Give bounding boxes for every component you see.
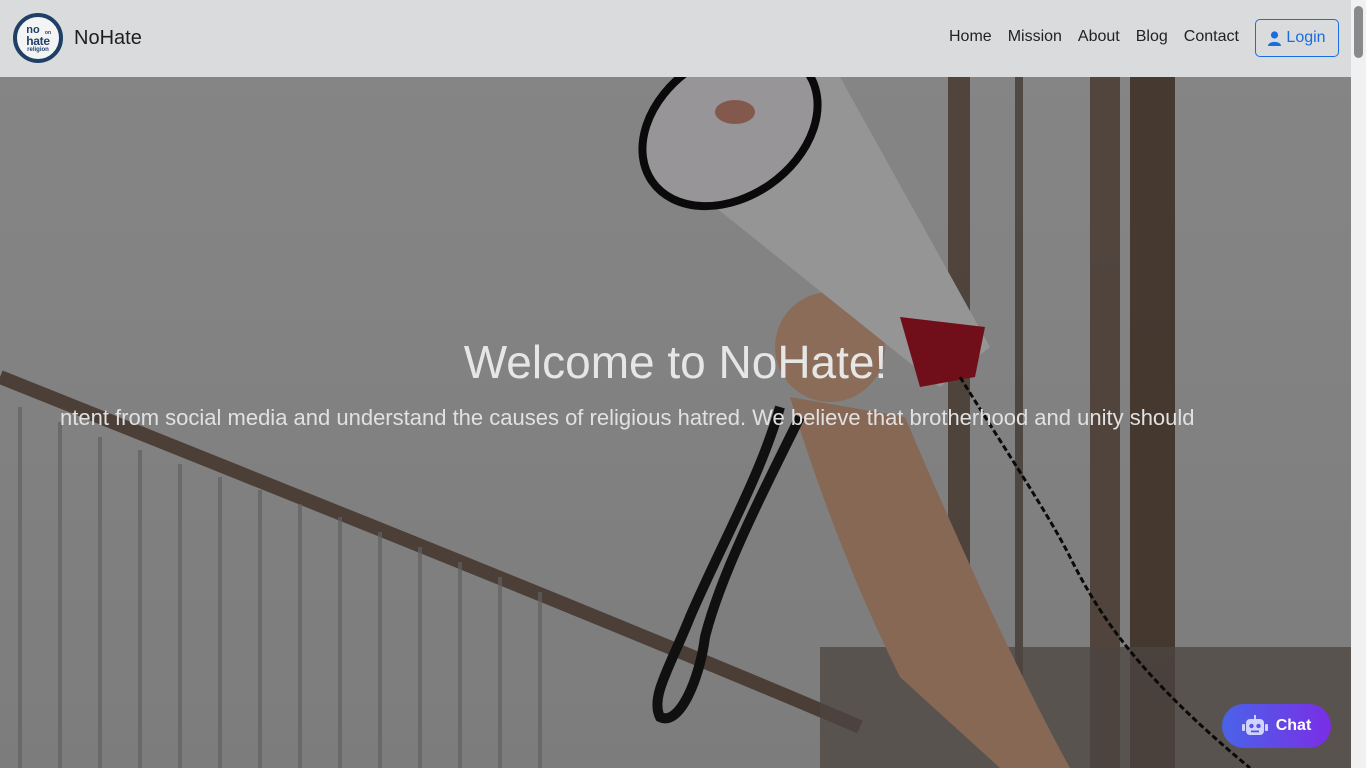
hero-title: Welcome to NoHate! [463, 336, 888, 388]
user-icon [1268, 30, 1282, 46]
chat-label: Chat [1275, 717, 1312, 734]
login-label: Login [1286, 29, 1326, 46]
nav-links: Home Mission About Blog Contact [949, 28, 1255, 46]
scrollbar[interactable] [1351, 0, 1366, 768]
brand[interactable]: no on hate religion NoHate [13, 13, 142, 63]
nav-home[interactable]: Home [949, 28, 992, 46]
logo-text-no: no [26, 23, 40, 36]
nav-blog[interactable]: Blog [1136, 28, 1168, 46]
chat-button[interactable]: Chat [1222, 704, 1331, 748]
hero-marquee-text: ntent from social media and understand t… [60, 405, 1195, 430]
robot-icon [1241, 715, 1268, 735]
nav-mission[interactable]: Mission [1008, 28, 1062, 46]
nav-about[interactable]: About [1078, 28, 1120, 46]
hero-section: Welcome to NoHate! ntent from social med… [0, 77, 1351, 768]
logo: no on hate religion [13, 13, 63, 63]
logo-text-on: on [44, 30, 51, 36]
navbar: no on hate religion NoHate Home Mission … [0, 0, 1351, 77]
scrollbar-thumb[interactable] [1354, 6, 1363, 58]
login-button[interactable]: Login [1255, 19, 1339, 57]
logo-text-religion: religion [27, 46, 49, 53]
logo-text-hate: hate [26, 33, 50, 48]
nav-contact[interactable]: Contact [1184, 28, 1239, 46]
brand-name[interactable]: NoHate [74, 27, 142, 50]
